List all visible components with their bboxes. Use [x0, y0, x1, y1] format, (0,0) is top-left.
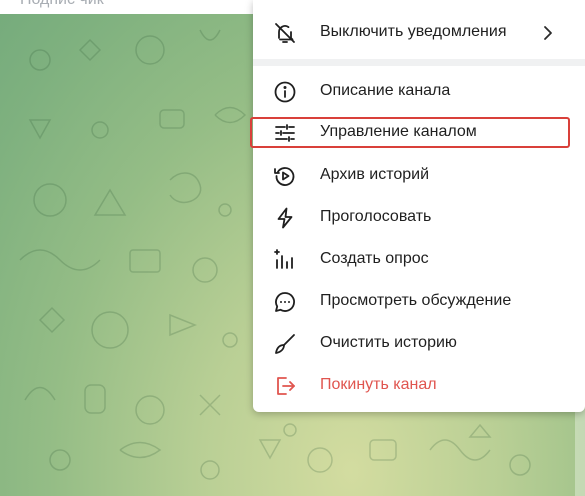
menu-item-label: Проголосовать: [320, 208, 432, 225]
menu-item-label: Управление каналом: [320, 123, 477, 140]
chat-background: Подпис чик Выключить уведомления: [0, 0, 585, 496]
menu-item-clear-history[interactable]: Очистить историю: [253, 323, 585, 365]
menu-item-vote[interactable]: Проголосовать: [253, 197, 585, 239]
menu-item-label: Создать опрос: [320, 250, 429, 267]
story-archive-icon: [273, 164, 297, 188]
menu-item-view-discussion[interactable]: Просмотреть обсуждение: [253, 281, 585, 323]
menu-item-manage-channel[interactable]: Управление каналом: [253, 112, 585, 154]
menu-item-label: Покинуть канал: [320, 376, 437, 393]
broom-icon: [273, 332, 297, 356]
menu-item-channel-description[interactable]: Описание канала: [253, 71, 585, 113]
menu-divider: [253, 59, 585, 66]
menu-item-label: Описание канала: [320, 82, 451, 99]
menu-item-story-archive[interactable]: Архив историй: [253, 155, 585, 197]
menu-item-create-poll[interactable]: Создать опрос: [253, 239, 585, 281]
menu-item-mute-notifications[interactable]: Выключить уведомления: [253, 12, 585, 54]
menu-item-label: Выключить уведомления: [320, 23, 507, 40]
info-icon: [273, 80, 297, 104]
leave-icon: [273, 374, 297, 398]
menu-item-label: Очистить историю: [320, 334, 457, 351]
chevron-right-icon: [541, 25, 555, 41]
channel-context-menu: Выключить уведомления Описание канала Уп…: [250, 0, 585, 412]
discussion-icon: [273, 290, 297, 314]
mute-bell-icon: [273, 21, 297, 45]
lightning-icon: [273, 206, 297, 230]
menu-item-label: Архив историй: [320, 166, 430, 183]
poll-icon: [273, 248, 297, 272]
search-placeholder: Подпис чик: [20, 0, 104, 9]
settings-sliders-icon: [273, 121, 297, 145]
menu-item-label: Просмотреть обсуждение: [320, 292, 512, 309]
menu-item-leave-channel[interactable]: Покинуть канал: [253, 365, 585, 407]
